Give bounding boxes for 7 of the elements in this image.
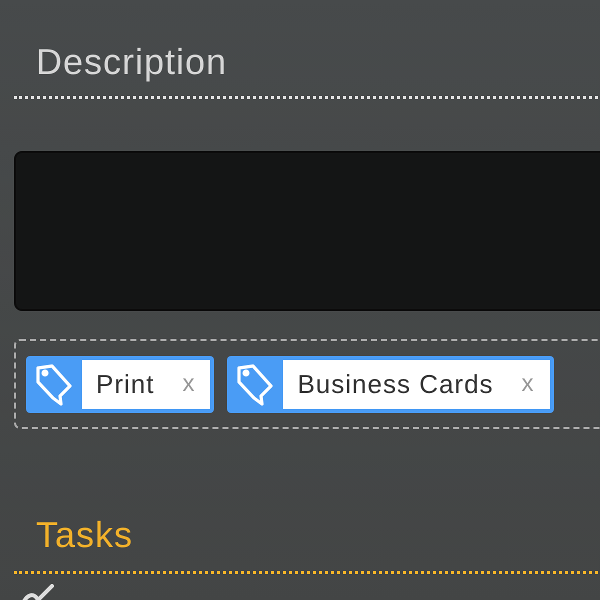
remove-button[interactable]: x — [518, 370, 538, 398]
tag-label: Print — [96, 368, 154, 400]
tag-label: Business Cards — [297, 368, 494, 400]
section-heading: Description — [35, 40, 228, 84]
section-heading: Tasks — [35, 513, 134, 557]
remove-button[interactable]: x — [178, 370, 198, 398]
description-field[interactable] — [14, 151, 600, 311]
